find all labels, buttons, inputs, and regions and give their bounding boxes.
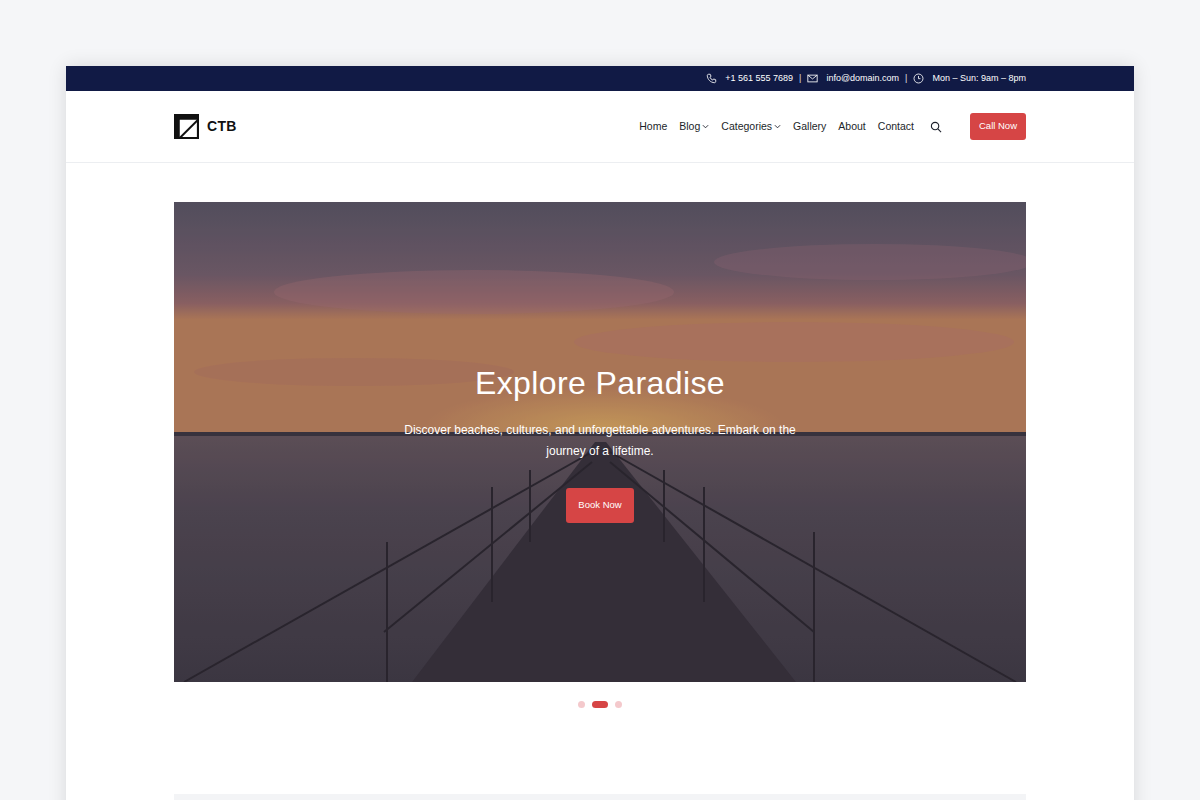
book-now-button[interactable]: Book Now	[566, 488, 633, 522]
clock-icon	[913, 73, 924, 84]
chevron-down-icon	[702, 123, 709, 130]
separator: |	[799, 72, 801, 86]
phone-number-text[interactable]: +1 561 555 7689	[725, 72, 793, 86]
opening-hours-text: Mon – Sun: 9am – 8pm	[932, 72, 1026, 86]
carousel-dot[interactable]	[592, 701, 608, 708]
carousel-dot[interactable]	[578, 701, 585, 708]
search-icon[interactable]	[930, 121, 942, 133]
nav-link[interactable]: Home	[639, 119, 667, 135]
browser-frame: +1 561 555 7689 | info@domain.com | Mon – Su…	[66, 66, 1134, 800]
call-now-button[interactable]: Call Now	[970, 113, 1026, 139]
nav-label[interactable]: About	[838, 119, 865, 135]
logo-text[interactable]: CTB	[207, 116, 237, 137]
main-menu: Home Blog Categories Gallery About Contact Cal…	[639, 113, 1026, 139]
carousel-indicators	[66, 700, 1134, 708]
email-icon	[807, 73, 818, 84]
top-bar: +1 561 555 7689 | info@domain.com | Mon – Su…	[66, 66, 1134, 91]
nav-label[interactable]: Categories	[721, 119, 772, 135]
site-header: CTB Home Blog Categories Gallery About Contact…	[66, 91, 1134, 163]
next-section	[174, 794, 1026, 800]
email-address-text[interactable]: info@domain.com	[826, 72, 899, 86]
email-address[interactable]: info@domain.com	[807, 72, 899, 86]
opening-hours: Mon – Sun: 9am – 8pm	[913, 72, 1026, 86]
chevron-down-icon	[774, 123, 781, 130]
phone-number[interactable]: +1 561 555 7689	[706, 72, 793, 86]
phone-icon	[706, 73, 717, 84]
nav-link[interactable]: Blog	[679, 119, 709, 135]
nav-label[interactable]: Home	[639, 119, 667, 135]
logo-icon	[174, 114, 199, 139]
hero-text: Discover beaches, cultures, and unforget…	[385, 420, 815, 462]
hero-title: Explore Paradise	[174, 364, 1026, 402]
carousel-dot[interactable]	[615, 701, 622, 708]
hero-slider: Explore Paradise Discover beaches, cultur…	[174, 202, 1026, 682]
nav-label[interactable]: Gallery	[793, 119, 826, 135]
nav-label[interactable]: Contact	[878, 119, 914, 135]
hero-caption: Explore Paradise Discover beaches, cultur…	[174, 202, 1026, 682]
nav-link[interactable]: Categories	[721, 119, 781, 135]
nav-label[interactable]: Blog	[679, 119, 700, 135]
logo[interactable]: CTB	[174, 114, 237, 139]
nav-link[interactable]: Gallery	[793, 119, 826, 135]
nav-link[interactable]: Contact	[878, 119, 914, 135]
nav-link[interactable]: About	[838, 119, 865, 135]
beach-photo-icon	[174, 202, 1026, 682]
separator: |	[905, 72, 907, 86]
